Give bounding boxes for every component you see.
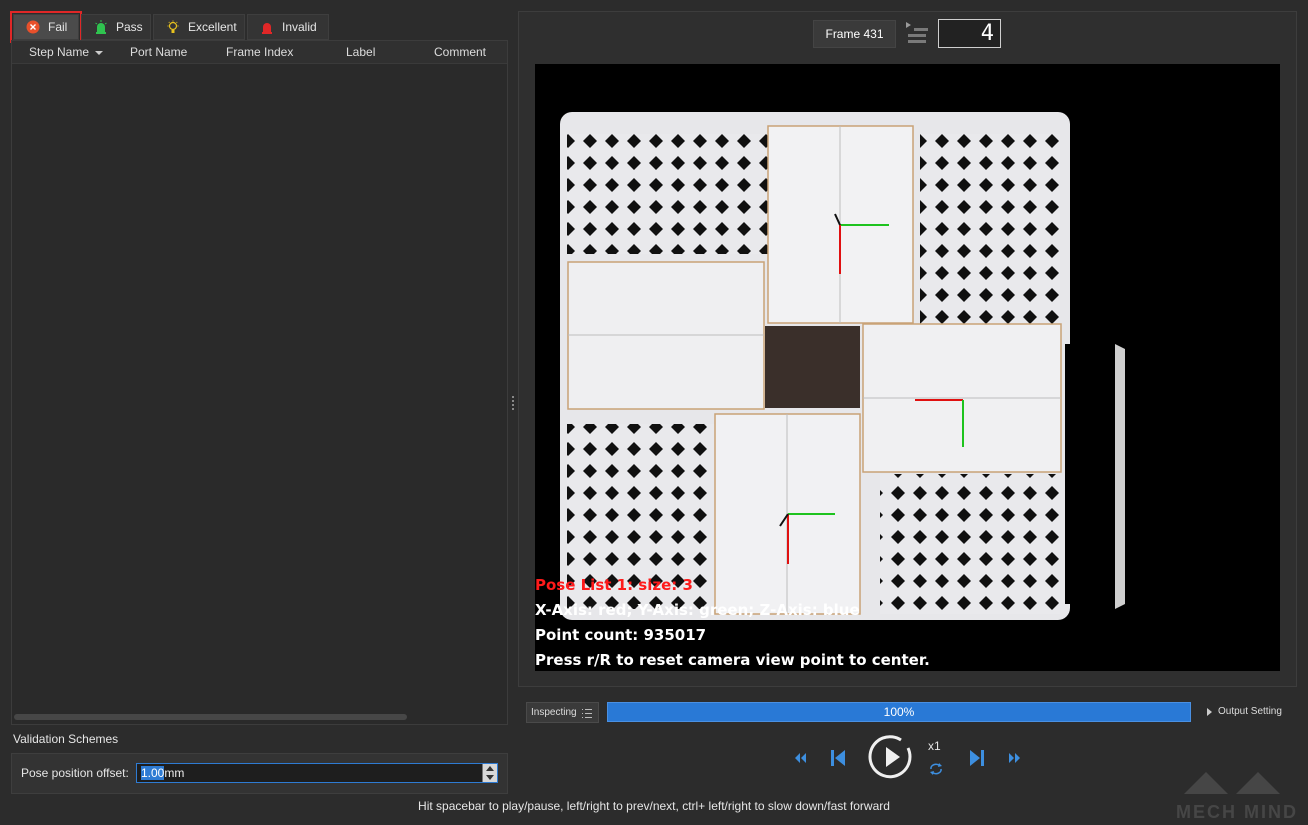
invalid-icon [260, 20, 274, 34]
pose-offset-stepper[interactable] [482, 764, 497, 782]
column-comment[interactable]: Comment [434, 45, 486, 59]
overlay-reset-hint: Press r/R to reset camera view point to … [535, 651, 930, 669]
step-up-icon[interactable] [486, 766, 494, 771]
expand-arrow-icon [1207, 707, 1212, 716]
pass-icon [94, 20, 108, 34]
tab-invalid[interactable]: Invalid [247, 14, 329, 40]
keyboard-hint: Hit spacebar to play/pause, left/right t… [418, 799, 890, 813]
fast-forward-icon[interactable] [1007, 752, 1021, 764]
svg-text:MECH MIND: MECH MIND [1176, 802, 1298, 822]
pose-offset-input[interactable]: 1.00mm [136, 763, 498, 783]
column-label[interactable]: Label [346, 45, 375, 59]
inspect-mode-label: Inspecting [531, 707, 577, 718]
column-step-name[interactable]: Step Name [29, 45, 104, 59]
point-cloud-viewer[interactable]: Pose List 1: size: 3 X-Axis: red; Y-Axis… [535, 64, 1280, 671]
results-table: Step Name Port Name Frame Index Label Co… [11, 40, 508, 725]
frame-number-input[interactable]: 4 [938, 19, 1001, 48]
excellent-icon [166, 20, 180, 34]
column-port-name[interactable]: Port Name [130, 45, 187, 59]
overlay-pose-list: Pose List 1: size: 3 [535, 576, 693, 594]
pose-offset-label: Pose position offset: [21, 766, 129, 780]
loop-icon[interactable] [929, 763, 943, 775]
next-frame-icon[interactable] [969, 749, 985, 767]
validation-schemes-panel: Pose position offset: 1.00mm [11, 753, 508, 794]
mech-mind-logo: MECH MIND [1176, 772, 1298, 822]
column-step-name-label: Step Name [29, 45, 90, 59]
playback-speed[interactable]: x1 [928, 739, 941, 753]
column-frame-index[interactable]: Frame Index [226, 45, 293, 59]
playback-progress-bar[interactable]: 100% [607, 702, 1191, 722]
tab-fail-label: Fail [48, 20, 68, 34]
tab-excellent-label: Excellent [188, 20, 237, 34]
table-header: Step Name Port Name Frame Index Label Co… [12, 41, 507, 64]
tab-excellent[interactable]: Excellent [153, 14, 245, 40]
tab-pass[interactable]: Pass [81, 14, 151, 40]
fail-icon [26, 20, 40, 34]
inspect-mode-dropdown[interactable]: Inspecting [526, 702, 599, 723]
sort-down-icon [95, 50, 104, 55]
pose-offset-unit: mm [164, 766, 185, 780]
tab-invalid-label: Invalid [282, 20, 317, 34]
frame-label: Frame 431 [813, 20, 896, 48]
pose-offset-value: 1.00mm [137, 766, 184, 780]
previous-frame-icon[interactable] [830, 749, 846, 767]
panel-splitter-handle[interactable] [511, 395, 515, 413]
tab-fail[interactable]: Fail [10, 11, 82, 43]
pose-offset-number: 1.00 [141, 766, 165, 780]
rewind-icon[interactable] [794, 752, 808, 764]
output-setting-toggle[interactable]: Output Setting [1207, 706, 1282, 717]
overlay-axis-legend: X-Axis: red; Y-Axis: green; Z-Axis: blue [535, 601, 860, 619]
validation-schemes-title: Validation Schemes [13, 732, 119, 746]
output-setting-label: Output Setting [1218, 706, 1282, 717]
progress-label: 100% [883, 705, 915, 719]
step-down-icon[interactable] [486, 775, 494, 780]
frame-list-icon[interactable] [906, 22, 928, 44]
tab-pass-label: Pass [116, 20, 143, 34]
play-button[interactable] [868, 734, 914, 780]
list-icon [582, 708, 592, 718]
result-tabs: Fail Pass Excellent Invalid [10, 11, 331, 43]
overlay-point-count: Point count: 935017 [535, 626, 707, 644]
horizontal-scrollbar[interactable] [14, 714, 407, 720]
